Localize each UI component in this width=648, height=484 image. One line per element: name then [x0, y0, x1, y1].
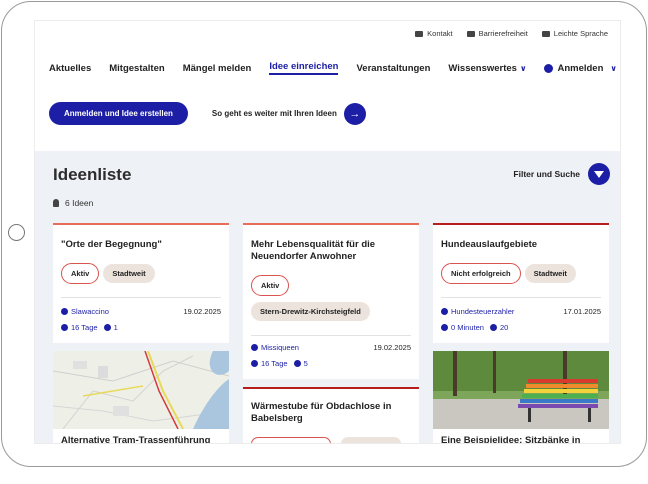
- easy-language-icon: [541, 31, 550, 38]
- card-duration: 16 Tage: [71, 323, 98, 332]
- card-author: Missiqueen: [261, 343, 299, 352]
- area-badge: Stern-Drewitz-Kirchsteigfeld: [251, 302, 370, 321]
- card-author: Slawaccino: [71, 307, 109, 316]
- idea-card[interactable]: Mehr Lebensqualität für die Neuendorfer …: [243, 223, 419, 379]
- page-title: Ideenliste: [53, 165, 132, 184]
- nav-veranstaltungen[interactable]: Veranstaltungen: [356, 63, 430, 74]
- user-icon: [441, 308, 448, 315]
- status-badge: Aktiv: [61, 263, 100, 284]
- contact-link[interactable]: Kontakt: [415, 29, 453, 38]
- browser-screen: Kontakt Barrierefreiheit Leichte Sprache…: [34, 20, 621, 444]
- idea-card[interactable]: Hundeauslaufgebiete Nicht erfolgreich Sta…: [433, 223, 609, 343]
- nav-mitgestalten[interactable]: Mitgestalten: [109, 63, 164, 74]
- idea-card[interactable]: "Orte der Begegnung" Aktiv Stadtweit Slaw…: [53, 223, 229, 343]
- card-title: "Orte der Begegnung": [61, 239, 162, 250]
- status-badge: [251, 437, 331, 443]
- area-badge: [341, 437, 401, 443]
- card-meta: Slawaccino 19.02.2025: [61, 307, 221, 316]
- utility-bar: Kontakt Barrierefreiheit Leichte Sprache: [415, 29, 608, 38]
- idea-card[interactable]: Wärmestube für Obdachlose in Babelsberg: [243, 387, 419, 443]
- map-image: [53, 351, 229, 429]
- login-menu[interactable]: Anmelden ∨: [544, 62, 617, 74]
- idea-list-section: Ideenliste Filter und Suche 6 Ideen "Ort…: [35, 151, 620, 444]
- create-idea-button[interactable]: Anmelden und Idee erstellen: [49, 102, 188, 125]
- card-stats: 0 Minuten 20: [441, 323, 508, 332]
- card-stats: 16 Tage 5: [251, 359, 308, 368]
- card-author: Hundesteuerzahler: [451, 307, 515, 316]
- cta-row: Anmelden und Idee erstellen So geht es w…: [49, 102, 366, 125]
- idea-count: 6 Ideen: [53, 198, 93, 208]
- card-date: 19.02.2025: [373, 343, 411, 352]
- people-icon: [103, 324, 111, 331]
- accessibility-link[interactable]: Barrierefreiheit: [466, 29, 528, 38]
- bench-image: [433, 351, 609, 429]
- filter-icon[interactable]: [588, 163, 610, 185]
- card-title: Eine Beispielidee: Sitzbänke in: [441, 435, 581, 444]
- people-icon: [293, 360, 301, 367]
- card-meta: Hundesteuerzahler 17.01.2025: [441, 307, 601, 316]
- home-button[interactable]: [8, 224, 25, 241]
- arrow-right-icon[interactable]: →: [343, 102, 366, 125]
- card-title: Mehr Lebensqualität für die Neuendorfer …: [251, 239, 376, 262]
- idea-card[interactable]: Eine Beispielidee: Sitzbänke in: [433, 351, 609, 444]
- nav-aktuelles[interactable]: Aktuelles: [49, 63, 91, 74]
- nav-maengel-melden[interactable]: Mängel melden: [183, 63, 252, 74]
- card-supporters: 20: [499, 323, 509, 332]
- chevron-down-icon: ∨: [610, 63, 617, 73]
- card-title: Alternative Tram-Trassenführung: [61, 435, 211, 444]
- card-date: 19.02.2025: [183, 307, 221, 316]
- clock-icon: [61, 324, 68, 331]
- card-duration: 0 Minuten: [451, 323, 484, 332]
- card-date: 17.01.2025: [563, 307, 601, 316]
- idea-count-label: 6 Ideen: [65, 198, 94, 208]
- nav-idee-einreichen[interactable]: Idee einreichen: [269, 61, 339, 75]
- lightbulb-icon: [53, 199, 59, 207]
- status-badge: Aktiv: [251, 275, 290, 296]
- divider: [441, 297, 601, 298]
- clock-icon: [251, 360, 258, 367]
- accessibility-icon: [466, 31, 475, 38]
- main-nav: Aktuelles Mitgestalten Mängel melden Ide…: [49, 61, 617, 75]
- card-title: Hundeauslaufgebiete: [441, 239, 538, 250]
- easy-language-link[interactable]: Leichte Sprache: [541, 29, 608, 38]
- people-icon: [489, 324, 497, 331]
- mail-icon: [415, 31, 424, 38]
- nav-wissenswertes-label: Wissenswertes: [448, 62, 517, 74]
- status-badge: Nicht erfolgreich: [441, 263, 521, 284]
- nav-wissenswertes[interactable]: Wissenswertes ∨: [448, 63, 526, 74]
- user-icon: [251, 344, 258, 351]
- card-meta: Missiqueen 19.02.2025: [251, 343, 411, 352]
- clock-icon: [441, 324, 448, 331]
- area-badge: Stadtweit: [524, 264, 576, 283]
- user-icon: [544, 63, 554, 73]
- chevron-down-icon: ∨: [519, 63, 527, 73]
- user-icon: [61, 308, 68, 315]
- area-badge: Stadtweit: [103, 264, 155, 283]
- divider: [251, 335, 411, 336]
- card-stats: 16 Tage 1: [61, 323, 118, 332]
- idea-card[interactable]: Alternative Tram-Trassenführung: [53, 351, 229, 444]
- next-steps-link[interactable]: So geht es weiter mit Ihren Ideen: [212, 109, 337, 118]
- login-label: Anmelden: [557, 62, 604, 74]
- divider: [61, 297, 221, 298]
- filter-label: Filter und Suche: [513, 169, 580, 179]
- filter-search[interactable]: Filter und Suche: [513, 163, 610, 185]
- card-supporters: 1: [113, 323, 118, 332]
- card-supporters: 5: [303, 359, 308, 368]
- card-title: Wärmestube für Obdachlose in Babelsberg: [251, 401, 392, 424]
- card-duration: 16 Tage: [261, 359, 288, 368]
